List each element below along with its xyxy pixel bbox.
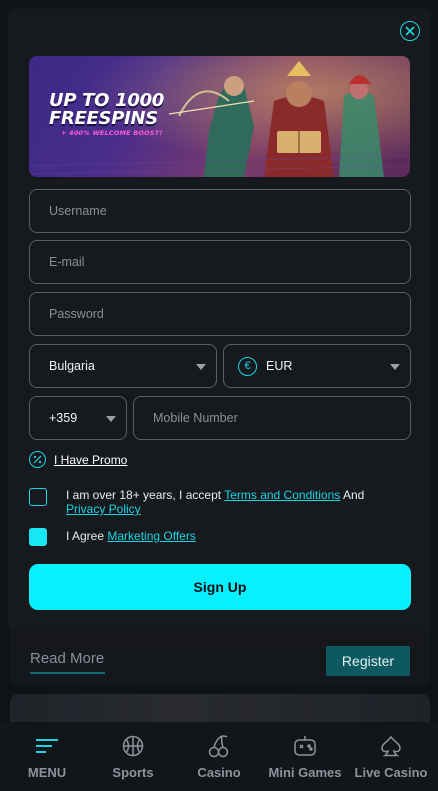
chevron-down-icon bbox=[196, 364, 206, 370]
close-button[interactable] bbox=[400, 21, 420, 41]
age-consent-and: And bbox=[340, 488, 365, 502]
username-field[interactable]: Username bbox=[29, 189, 411, 233]
percent-icon bbox=[29, 451, 46, 468]
age-consent-row: I am over 18+ years, I accept Terms and … bbox=[29, 488, 364, 516]
country-select[interactable]: Bulgaria bbox=[29, 344, 217, 388]
age-consent-prefix: I am over 18+ years, I accept bbox=[66, 488, 225, 502]
email-placeholder: E-mail bbox=[49, 255, 85, 269]
banner-headline: UP TO 1000 FREESPINS bbox=[49, 92, 164, 128]
marketing-consent-row: I Agree Marketing Offers bbox=[29, 528, 196, 546]
email-field[interactable]: E-mail bbox=[29, 240, 411, 284]
banner-subline: + 400% WELCOME BOOST! bbox=[61, 129, 163, 137]
read-more-link[interactable]: Read More bbox=[30, 650, 105, 674]
promo-toggle[interactable]: I Have Promo bbox=[29, 451, 127, 468]
menu-icon bbox=[35, 733, 59, 759]
country-value: Bulgaria bbox=[49, 359, 95, 373]
promo-banner: UP TO 1000 FREESPINS + 400% WELCOME BOOS… bbox=[29, 56, 410, 177]
nav-item-menu[interactable]: MENU bbox=[5, 733, 89, 780]
nav-label-sports: Sports bbox=[112, 765, 154, 780]
age-consent-checkbox[interactable] bbox=[29, 488, 47, 506]
nav-label-menu: MENU bbox=[27, 765, 67, 780]
nav-label-live-casino: Live Casino bbox=[354, 765, 428, 780]
promo-label: I Have Promo bbox=[54, 452, 128, 467]
marketing-consent-checkbox[interactable] bbox=[29, 528, 47, 546]
banner-headline-line2: FREESPINS bbox=[49, 108, 158, 129]
bottom-nav: MENU Sports Casino Mini Games Live Casin… bbox=[0, 722, 438, 791]
nav-item-live-casino[interactable]: Live Casino bbox=[349, 733, 433, 780]
mobile-placeholder: Mobile Number bbox=[153, 411, 238, 425]
phone-code-value: +359 bbox=[49, 411, 78, 425]
marketing-consent-text: I Agree Marketing Offers bbox=[66, 529, 196, 543]
age-consent-text: I am over 18+ years, I accept Terms and … bbox=[66, 488, 364, 516]
gamepad-icon bbox=[293, 733, 317, 759]
marketing-offers-link[interactable]: Marketing Offers bbox=[107, 529, 195, 543]
cherries-icon bbox=[208, 733, 230, 759]
username-placeholder: Username bbox=[49, 204, 107, 218]
privacy-policy-link[interactable]: Privacy Policy bbox=[66, 502, 141, 516]
nav-item-sports[interactable]: Sports bbox=[91, 733, 175, 780]
password-field[interactable]: Password bbox=[29, 292, 411, 336]
nav-label-casino: Casino bbox=[197, 765, 241, 780]
close-icon bbox=[405, 26, 415, 36]
marketing-prefix: I Agree bbox=[66, 529, 108, 543]
chevron-down-icon bbox=[106, 416, 116, 422]
nav-item-mini-games[interactable]: Mini Games bbox=[263, 733, 347, 780]
register-button[interactable]: Register bbox=[326, 646, 410, 676]
phone-code-select[interactable]: +359 bbox=[29, 396, 127, 440]
sign-up-button[interactable]: Sign Up bbox=[29, 564, 411, 610]
chevron-down-icon bbox=[390, 364, 400, 370]
spade-icon bbox=[380, 733, 402, 759]
terms-link[interactable]: Terms and Conditions bbox=[224, 488, 340, 502]
basketball-icon bbox=[122, 733, 144, 759]
mobile-number-field[interactable]: Mobile Number bbox=[133, 396, 411, 440]
currency-value: EUR bbox=[266, 359, 293, 373]
password-placeholder: Password bbox=[49, 307, 104, 321]
nav-label-mini-games: Mini Games bbox=[268, 765, 342, 780]
nav-item-casino[interactable]: Casino bbox=[177, 733, 261, 780]
currency-select[interactable]: € EUR bbox=[223, 344, 411, 388]
